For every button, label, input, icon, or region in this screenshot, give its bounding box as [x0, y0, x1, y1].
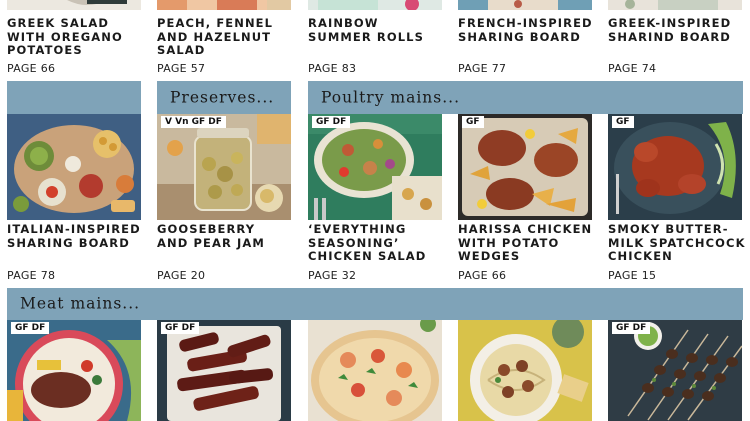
- recipe-title[interactable]: ‘EVERYTHING SEASONING’ CHICKEN SALAD: [308, 222, 453, 264]
- recipe-title[interactable]: GREEK-INSPIRED SHARIND BOARD: [608, 16, 750, 44]
- page-number: PAGE 66: [7, 62, 56, 75]
- recipe-photo-flatbread[interactable]: [308, 320, 442, 421]
- section-band-blank: [7, 81, 141, 114]
- recipe-title[interactable]: PEACH, FENNEL AND HAZELNUT SALAD: [157, 16, 297, 58]
- recipe-photo-peach-salad[interactable]: [157, 0, 291, 10]
- dietary-tags: GF DF: [161, 322, 200, 334]
- section-header-meat: Meat mains...: [7, 288, 743, 320]
- dietary-tags: GF DF: [11, 322, 50, 334]
- page-number: PAGE 83: [308, 62, 357, 75]
- page-number: PAGE 78: [7, 269, 56, 282]
- recipe-photo-kebabs[interactable]: GF DF: [608, 320, 742, 421]
- recipe-photo-steak-salad[interactable]: GF DF: [7, 320, 141, 421]
- section-title: Meat mains...: [20, 294, 141, 313]
- recipe-photo-italian-board[interactable]: [7, 114, 141, 220]
- recipe-title[interactable]: RAINBOW SUMMER ROLLS: [308, 16, 448, 44]
- dietary-tags: V Vn GF DF: [161, 116, 226, 128]
- dietary-tags: GF: [612, 116, 634, 128]
- recipe-title[interactable]: GREEK SALAD WITH OREGANO POTATOES: [7, 16, 147, 58]
- page-number: PAGE 77: [458, 62, 507, 75]
- page-number: PAGE 20: [157, 269, 206, 282]
- recipe-title[interactable]: FRENCH-INSPIRED SHARING BOARD: [458, 16, 603, 44]
- recipe-title[interactable]: GOOSEBERRY AND PEAR JAM: [157, 222, 302, 250]
- section-header-poultry: Poultry mains...: [308, 81, 743, 114]
- recipe-photo-french-board[interactable]: [458, 0, 592, 10]
- recipe-photo-harissa-chicken[interactable]: GF: [458, 114, 592, 220]
- recipe-title[interactable]: SMOKY BUTTER- MILK SPATCHCOCK CHICKEN: [608, 222, 750, 264]
- recipe-photo-meatball-pasta[interactable]: [458, 320, 592, 421]
- recipe-photo-gooseberry-jam[interactable]: V Vn GF DF: [157, 114, 291, 220]
- dietary-tags: GF: [462, 116, 484, 128]
- recipe-photo-greek-board[interactable]: [608, 0, 742, 10]
- page-number: PAGE 32: [308, 269, 357, 282]
- recipe-photo-summer-rolls[interactable]: [308, 0, 442, 10]
- page-number: PAGE 57: [157, 62, 206, 75]
- page-number: PAGE 74: [608, 62, 657, 75]
- page-number: PAGE 15: [608, 269, 657, 282]
- section-header-preserves: Preserves...: [157, 81, 291, 114]
- dietary-tags: GF DF: [612, 322, 651, 334]
- recipe-photo-spatchcock-chicken[interactable]: GF: [608, 114, 742, 220]
- recipe-title[interactable]: HARISSA CHICKEN WITH POTATO WEDGES: [458, 222, 603, 264]
- page-number: PAGE 66: [458, 269, 507, 282]
- section-title: Poultry mains...: [321, 88, 461, 107]
- dietary-tags: GF DF: [312, 116, 351, 128]
- recipe-photo-greek-salad[interactable]: [7, 0, 141, 10]
- recipe-title[interactable]: ITALIAN-INSPIRED SHARING BOARD: [7, 222, 152, 250]
- section-title: Preserves...: [170, 88, 275, 107]
- recipe-photo-chicken-salad[interactable]: GF DF: [308, 114, 442, 220]
- recipe-photo-ribs[interactable]: GF DF: [157, 320, 291, 421]
